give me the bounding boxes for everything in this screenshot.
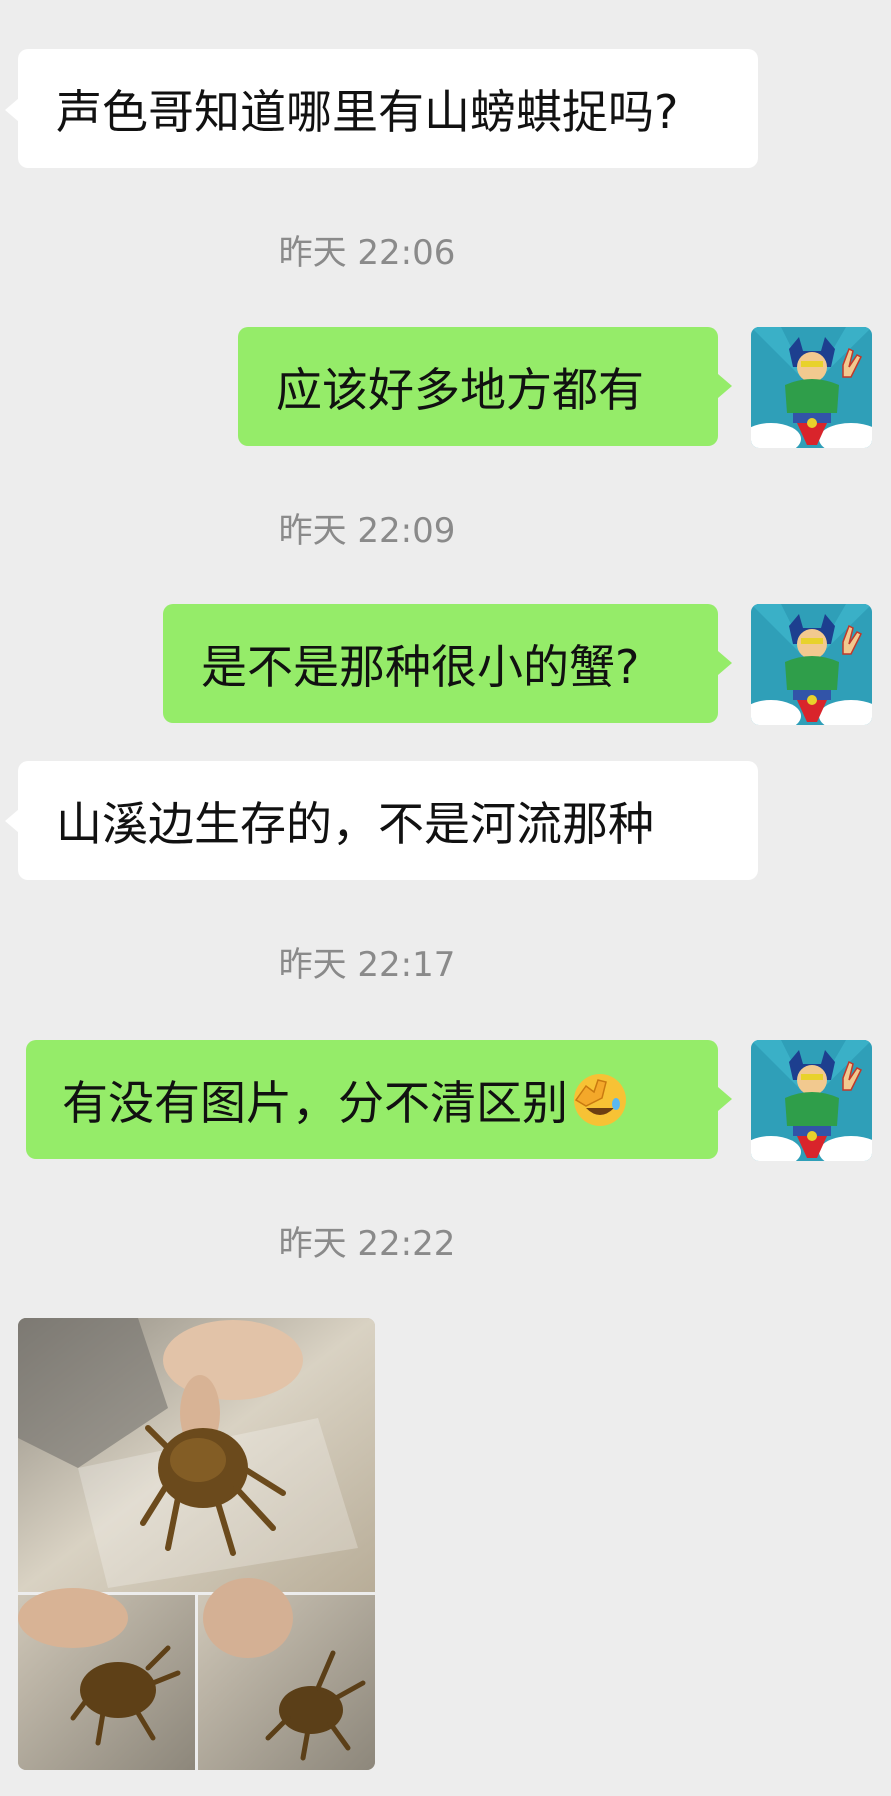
image-message[interactable] <box>18 1318 375 1770</box>
message-text: 声色哥知道哪里有山螃蜞捉吗? <box>56 84 679 139</box>
bubble-tail <box>718 651 732 675</box>
message-bubble[interactable]: 山溪边生存的，不是河流那种 <box>18 761 758 880</box>
superhero-avatar-icon <box>751 604 872 725</box>
crab-photo-collage <box>18 1318 375 1770</box>
bubble-tail <box>718 1087 732 1111</box>
timestamp: 昨天 22:17 <box>278 945 456 985</box>
superhero-avatar-icon <box>751 1040 872 1161</box>
avatar[interactable] <box>751 327 872 448</box>
avatar[interactable] <box>751 604 872 725</box>
message-bubble[interactable]: 有没有图片，分不清区别 <box>26 1040 718 1159</box>
bubble-tail <box>5 809 19 833</box>
message-text: 山溪边生存的，不是河流那种 <box>56 796 654 851</box>
bubble-tail <box>718 374 732 398</box>
facepalm-laughing-emoji-icon <box>574 1073 626 1126</box>
message-text: 有没有图片，分不清区别 <box>62 1075 568 1130</box>
avatar[interactable] <box>751 1040 872 1161</box>
superhero-avatar-icon <box>751 327 872 448</box>
timestamp: 昨天 22:09 <box>278 511 456 551</box>
bubble-tail <box>5 98 19 122</box>
message-text: 应该好多地方都有 <box>276 362 644 417</box>
timestamp: 昨天 22:06 <box>278 233 456 273</box>
message-bubble[interactable]: 应该好多地方都有 <box>238 327 718 446</box>
message-text: 是不是那种很小的蟹? <box>201 639 640 694</box>
message-bubble[interactable]: 是不是那种很小的蟹? <box>163 604 718 723</box>
message-bubble[interactable]: 声色哥知道哪里有山螃蜞捉吗? <box>18 49 758 168</box>
timestamp: 昨天 22:22 <box>278 1224 456 1264</box>
